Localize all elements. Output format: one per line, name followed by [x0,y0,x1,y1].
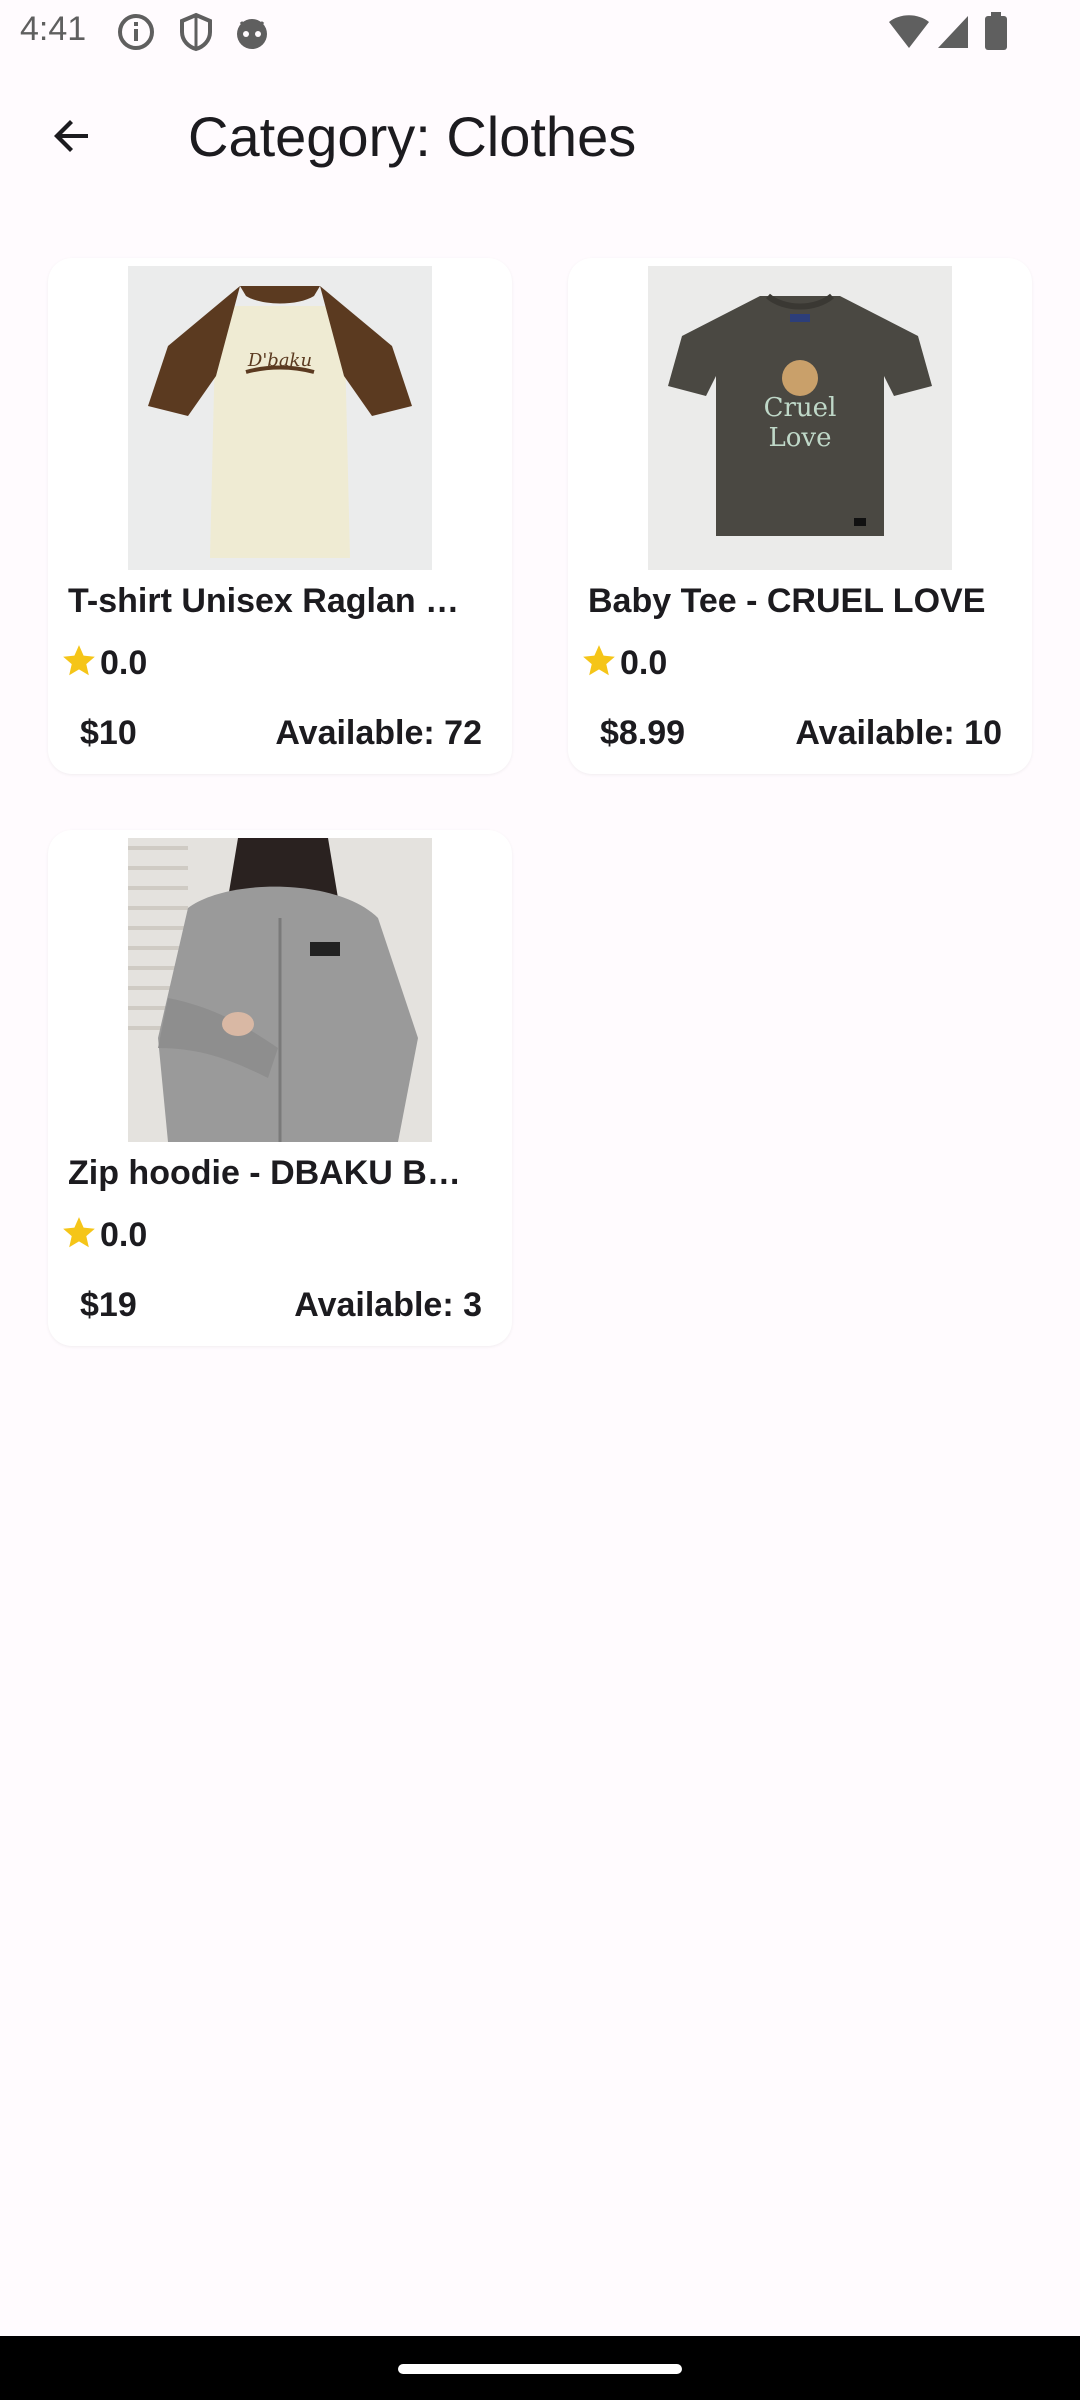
product-price: $8.99 [600,714,686,752]
rating-value: 0.0 [620,644,668,682]
navigation-bar [0,2336,1080,2400]
rating-value: 0.0 [100,1216,148,1254]
android-face-icon [232,12,272,57]
app-bar: Category: Clothes [0,64,1080,208]
product-price: $19 [80,1286,137,1324]
product-card[interactable]: D'baku T-shirt Unisex Raglan … 0.0 $10 A… [48,258,512,774]
info-icon [116,12,156,57]
product-name: Zip hoodie - DBAKU B… [68,1154,461,1192]
product-price: $10 [80,714,137,752]
product-availability: Available: 72 [275,714,482,752]
arrow-back-icon [48,112,96,165]
product-image: Cruel Love [648,266,952,570]
status-bar: 4:41 [0,0,1080,64]
page-title: Category: Clothes [188,105,637,168]
product-rating: 0.0 [580,642,667,685]
battery-icon [984,12,1008,57]
product-name: T-shirt Unisex Raglan … [68,582,460,620]
product-image: D'baku [128,266,432,570]
home-gesture-handle[interactable] [398,2364,682,2374]
product-name: Baby Tee - CRUEL LOVE [588,582,986,620]
star-icon [580,642,618,685]
product-image [128,838,432,1142]
shield-icon [176,12,216,57]
svg-text:Cruel: Cruel [764,393,837,423]
product-card[interactable]: Zip hoodie - DBAKU B… 0.0 $19 Available:… [48,830,512,1346]
status-time: 4:41 [20,10,87,48]
star-icon [60,1214,98,1257]
product-card[interactable]: Cruel Love Baby Tee - CRUEL LOVE 0.0 $8.… [568,258,1032,774]
wifi-icon [888,14,930,55]
signal-icon [936,14,970,55]
back-button[interactable] [36,102,108,174]
product-rating: 0.0 [60,642,147,685]
product-rating: 0.0 [60,1214,147,1257]
product-availability: Available: 3 [294,1286,482,1324]
product-availability: Available: 10 [795,714,1002,752]
rating-value: 0.0 [100,644,148,682]
screen: 4:41 Category: Clothes D'baku T-shirt Un… [0,0,1080,2400]
svg-text:Love: Love [769,423,832,453]
star-icon [60,642,98,685]
